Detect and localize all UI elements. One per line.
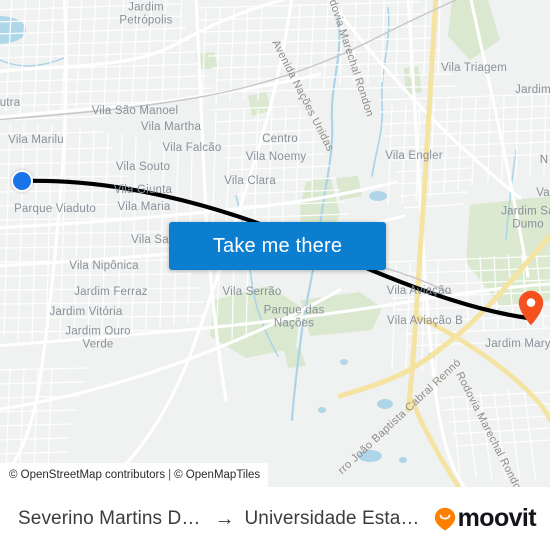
route-summary[interactable]: Severino Martins Da Cu... → Universidade… (18, 508, 426, 530)
destination-station-name[interactable]: Universidade Estadual ... (244, 508, 425, 530)
openmaptiles-attribution-link[interactable]: © OpenMapTiles (174, 469, 260, 481)
map-canvas[interactable]: Jardim Petrópolis Vila Triagem Jardim utra Vi… (0, 0, 550, 487)
moovit-pin-icon (434, 507, 455, 530)
map-attribution: © OpenStreetMap contributors | © OpenMap… (0, 463, 269, 487)
osm-attribution-link[interactable]: © OpenStreetMap contributors (9, 469, 165, 481)
moovit-wordmark: moovit (457, 504, 537, 532)
origin-station-name[interactable]: Severino Martins Da Cu... (18, 508, 204, 530)
moovit-logo[interactable]: moovit (434, 504, 537, 532)
attribution-separator: | (168, 469, 172, 481)
moovit-trip-screen: Jardim Petrópolis Vila Triagem Jardim utra Vi… (0, 0, 550, 550)
take-me-there-button[interactable]: Take me there (169, 222, 386, 270)
destination-pin[interactable] (518, 290, 544, 326)
route-arrow-icon: → (214, 507, 235, 530)
origin-dot[interactable] (11, 170, 33, 192)
trip-bottom-bar: Severino Martins Da Cu... → Universidade… (0, 487, 550, 550)
